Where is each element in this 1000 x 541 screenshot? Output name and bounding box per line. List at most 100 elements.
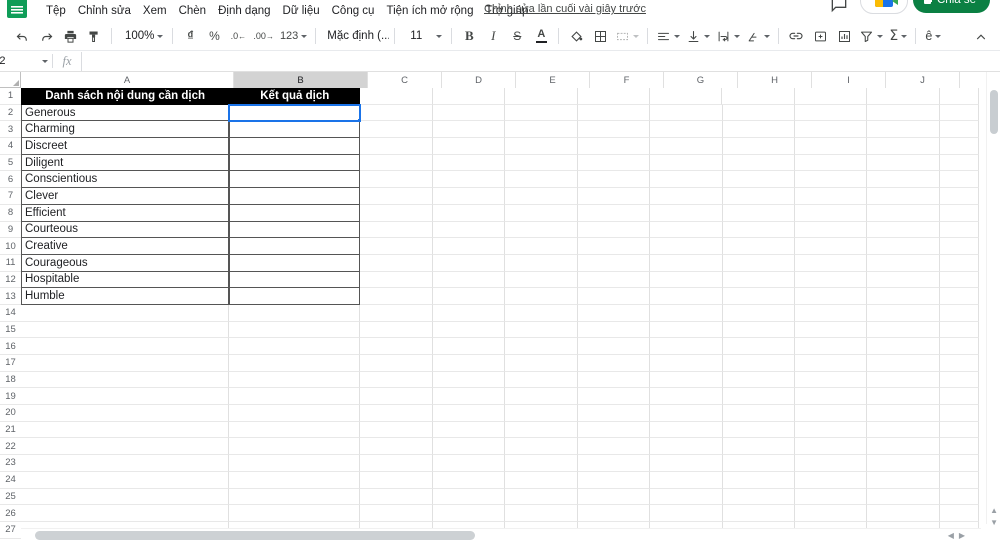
cell-F9[interactable] <box>577 221 651 239</box>
row-header-14[interactable]: 14 <box>0 304 21 322</box>
cell-F21[interactable] <box>577 421 651 439</box>
cell-H17[interactable] <box>722 355 795 372</box>
cell-I20[interactable] <box>794 405 868 422</box>
cell-D8[interactable] <box>432 204 506 222</box>
row-header-21[interactable]: 21 <box>0 421 21 439</box>
currency-format-button[interactable]: ₫ <box>179 25 201 47</box>
cell-partial[interactable] <box>939 338 979 355</box>
row-header-9[interactable]: 9 <box>0 221 21 239</box>
cell-I24[interactable] <box>794 471 868 489</box>
cell-F22[interactable] <box>577 438 651 456</box>
row-header-3[interactable]: 3 <box>0 121 21 139</box>
cell-E15[interactable] <box>505 321 578 339</box>
cell-A3[interactable]: Charming <box>21 121 230 139</box>
cell-G12[interactable] <box>650 271 723 289</box>
horizontal-scroll-thumb[interactable] <box>35 531 475 540</box>
cell-C18[interactable] <box>360 371 433 389</box>
cell-D18[interactable] <box>432 371 506 389</box>
row-header-6[interactable]: 6 <box>0 171 21 189</box>
cell-C21[interactable] <box>360 421 433 439</box>
cell-H21[interactable] <box>722 421 795 439</box>
cell-B26[interactable] <box>229 505 361 522</box>
cell-partial[interactable] <box>939 388 979 406</box>
cell-J21[interactable] <box>867 421 940 439</box>
cell-H3[interactable] <box>722 121 795 139</box>
cell-J17[interactable] <box>867 355 940 372</box>
cell-J24[interactable] <box>867 471 940 489</box>
cell-D1[interactable] <box>432 88 506 105</box>
cell-I13[interactable] <box>794 288 868 305</box>
share-button[interactable]: Chia sẻ <box>913 0 990 13</box>
cell-partial[interactable] <box>939 405 979 422</box>
cell-J15[interactable] <box>867 321 940 339</box>
cell-partial[interactable] <box>939 421 979 439</box>
column-header-f[interactable]: F <box>590 72 664 88</box>
cell-A6[interactable]: Conscientious <box>21 171 230 189</box>
menu-tools[interactable]: Công cụ <box>326 1 381 21</box>
cell-D23[interactable] <box>432 455 506 472</box>
cell-A13[interactable]: Humble <box>21 288 230 305</box>
cell-H2[interactable] <box>722 104 795 122</box>
cell-C10[interactable] <box>360 238 433 255</box>
cell-partial[interactable] <box>939 171 979 189</box>
cell-A26[interactable] <box>21 505 230 522</box>
row-header-25[interactable]: 25 <box>0 488 21 506</box>
cell-J23[interactable] <box>867 455 940 472</box>
row-header-4[interactable]: 4 <box>0 138 21 155</box>
cell-G15[interactable] <box>650 321 723 339</box>
cell-E10[interactable] <box>505 238 578 255</box>
cell-A7[interactable]: Clever <box>21 188 230 205</box>
cell-partial[interactable] <box>939 138 979 155</box>
formula-input[interactable] <box>81 51 1000 71</box>
print-button[interactable] <box>59 25 81 47</box>
cell-J10[interactable] <box>867 238 940 255</box>
cell-H22[interactable] <box>722 438 795 456</box>
cell-G5[interactable] <box>650 154 723 172</box>
cell-I23[interactable] <box>794 455 868 472</box>
column-header-d[interactable]: D <box>442 72 516 88</box>
cell-C6[interactable] <box>360 171 433 189</box>
row-header-23[interactable]: 23 <box>0 455 21 472</box>
cell-B10[interactable] <box>229 238 361 255</box>
cell-D16[interactable] <box>432 338 506 355</box>
cell-E2[interactable] <box>505 104 578 122</box>
cell-D11[interactable] <box>432 254 506 272</box>
row-header-11[interactable]: 11 <box>0 254 21 272</box>
cell-E7[interactable] <box>505 188 578 205</box>
cell-G3[interactable] <box>650 121 723 139</box>
cell-A12[interactable]: Hospitable <box>21 271 230 289</box>
cell-F6[interactable] <box>577 171 651 189</box>
cell-D3[interactable] <box>432 121 506 139</box>
cell-B8[interactable] <box>229 204 361 222</box>
cell-B12[interactable] <box>229 271 361 289</box>
cell-E19[interactable] <box>505 388 578 406</box>
row-header-13[interactable]: 13 <box>0 288 21 305</box>
cell-G19[interactable] <box>650 388 723 406</box>
bold-button[interactable]: B <box>458 25 480 47</box>
italic-button[interactable]: I <box>482 25 504 47</box>
collapse-toolbar-icon[interactable] <box>970 26 992 48</box>
cell-F15[interactable] <box>577 321 651 339</box>
cell-A24[interactable] <box>21 471 230 489</box>
cell-J1[interactable] <box>867 88 940 105</box>
cell-G21[interactable] <box>650 421 723 439</box>
cell-A22[interactable] <box>21 438 230 456</box>
horizontal-scrollbar[interactable]: ◀ ▶ <box>21 528 981 541</box>
cell-J5[interactable] <box>867 154 940 172</box>
cell-I4[interactable] <box>794 138 868 155</box>
cell-G25[interactable] <box>650 488 723 506</box>
column-header-g[interactable]: G <box>664 72 738 88</box>
redo-button[interactable] <box>35 25 57 47</box>
cell-G8[interactable] <box>650 204 723 222</box>
cell-B6[interactable] <box>229 171 361 189</box>
cell-I26[interactable] <box>794 505 868 522</box>
cell-G2[interactable] <box>650 104 723 122</box>
cell-G6[interactable] <box>650 171 723 189</box>
cell-H13[interactable] <box>722 288 795 305</box>
cell-D5[interactable] <box>432 154 506 172</box>
name-box[interactable]: B2 <box>0 52 52 71</box>
percent-format-button[interactable]: % <box>203 25 225 47</box>
scroll-right-icon[interactable]: ▶ <box>959 531 965 540</box>
cell-E23[interactable] <box>505 455 578 472</box>
cell-C11[interactable] <box>360 254 433 272</box>
